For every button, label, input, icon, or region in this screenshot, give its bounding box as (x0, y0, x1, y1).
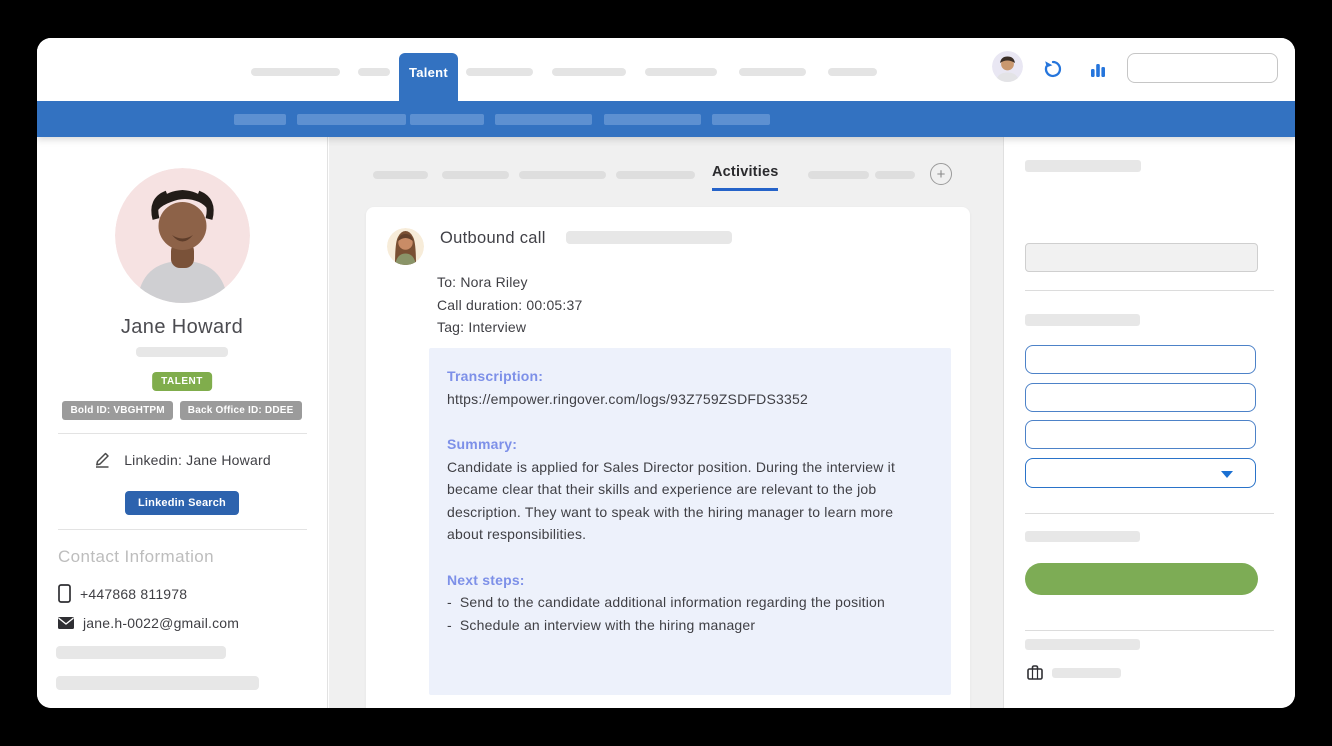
placeholder-bar (1025, 314, 1140, 326)
top-navbar: Talent (37, 38, 1295, 101)
next-step-item: -Schedule an interview with the hiring m… (447, 614, 933, 637)
tab-placeholder[interactable] (519, 171, 606, 179)
tab-placeholder[interactable] (442, 171, 509, 179)
next-step-text: Send to the candidate additional informa… (460, 594, 885, 610)
divider (58, 433, 307, 434)
call-duration: Call duration: 00:05:37 (437, 294, 582, 317)
tab-placeholder[interactable] (616, 171, 695, 179)
readonly-field[interactable] (1025, 243, 1258, 272)
nav-placeholder[interactable] (466, 68, 533, 76)
envelope-icon (58, 617, 74, 629)
candidate-name: Jane Howard (37, 316, 327, 339)
contact-avatar (387, 228, 424, 265)
bullet-dash: - (447, 617, 452, 633)
tab-activities[interactable]: Activities (712, 164, 778, 191)
nav-placeholder[interactable] (739, 68, 806, 76)
email-address: jane.h-0022@gmail.com (83, 615, 239, 631)
bar-chart-icon[interactable] (1088, 61, 1108, 81)
pencil-icon (93, 450, 112, 469)
subnav-placeholder[interactable] (234, 114, 286, 125)
subnav-placeholder[interactable] (604, 114, 701, 125)
user-avatar[interactable] (992, 51, 1023, 82)
bold-id-badge: Bold ID: VBGHTPM (62, 401, 172, 420)
call-tag: Tag: Interview (437, 316, 582, 339)
transcription-label: Transcription: (447, 365, 933, 388)
id-badges: Bold ID: VBGHTPM Back Office ID: DDEE (37, 401, 327, 420)
activity-title: Outbound call (440, 229, 546, 248)
form-field-1[interactable] (1025, 345, 1256, 374)
back-office-id-badge: Back Office ID: DDEE (180, 401, 302, 420)
call-to: To: Nora Riley (437, 271, 582, 294)
subnav-placeholder[interactable] (297, 114, 406, 125)
call-details: To: Nora Riley Call duration: 00:05:37 T… (437, 271, 582, 339)
dropdown-select[interactable] (1025, 458, 1256, 488)
next-step-text: Schedule an interview with the hiring ma… (460, 617, 755, 633)
placeholder-bar (1025, 160, 1141, 172)
caret-down-icon (1221, 471, 1233, 478)
summary-label: Summary: (447, 433, 933, 456)
main-content: Activities + Outbound call To: Nora Rile… (329, 137, 1004, 708)
placeholder-bar (1025, 639, 1140, 650)
talent-badge: TALENT (152, 372, 212, 391)
search-input[interactable] (1127, 53, 1278, 83)
tab-placeholder[interactable] (808, 171, 869, 179)
contact-avatar-image (387, 228, 424, 265)
divider (1025, 630, 1274, 631)
job-row (1027, 665, 1121, 680)
form-field-2[interactable] (1025, 383, 1256, 412)
activity-card: Outbound call To: Nora Riley Call durati… (366, 207, 970, 708)
placeholder-bar (56, 676, 259, 690)
phone-icon (58, 584, 71, 603)
bullet-dash: - (447, 594, 452, 610)
spacer (447, 410, 933, 433)
refresh-icon[interactable] (1043, 59, 1063, 79)
sub-navbar (37, 101, 1295, 137)
details-panel (1005, 137, 1295, 708)
spacer (447, 546, 933, 569)
subnav-placeholder[interactable] (712, 114, 770, 125)
form-field-3[interactable] (1025, 420, 1256, 449)
nav-placeholder[interactable] (358, 68, 390, 76)
tab-placeholder[interactable] (875, 171, 915, 179)
add-activity-button[interactable]: + (930, 163, 952, 185)
linkedin-row: Linkedin: Jane Howard (37, 450, 327, 469)
nav-placeholder[interactable] (828, 68, 877, 76)
nav-placeholder[interactable] (552, 68, 626, 76)
tab-placeholder[interactable] (373, 171, 428, 179)
subnav-placeholder[interactable] (495, 114, 592, 125)
linkedin-search-button[interactable]: Linkedin Search (125, 491, 239, 515)
tab-talent[interactable]: Talent (399, 53, 458, 101)
divider (1025, 290, 1274, 291)
summary-text: Candidate is applied for Sales Director … (447, 456, 933, 546)
placeholder-bar (566, 231, 732, 244)
primary-action-button[interactable] (1025, 563, 1258, 595)
placeholder-bar (1052, 668, 1121, 678)
briefcase-icon (1027, 665, 1043, 680)
contact-information-heading: Contact Information (58, 547, 214, 567)
email-row: jane.h-0022@gmail.com (58, 615, 239, 631)
call-transcript-panel: Transcription: https://empower.ringover.… (429, 348, 951, 695)
divider (58, 529, 307, 530)
divider (1025, 513, 1274, 514)
candidate-photo-image (115, 168, 250, 303)
next-steps-label: Next steps: (447, 569, 933, 592)
candidate-photo (115, 168, 250, 303)
phone-row: +447868 811978 (58, 584, 187, 603)
nav-placeholder[interactable] (251, 68, 340, 76)
nav-placeholder[interactable] (645, 68, 717, 76)
user-avatar-image (992, 51, 1023, 82)
placeholder-bar (1025, 531, 1140, 542)
placeholder-bar (56, 646, 226, 659)
candidate-profile-panel: Jane Howard TALENT Bold ID: VBGHTPM Back… (37, 137, 328, 708)
transcription-link[interactable]: https://empower.ringover.com/logs/93Z759… (447, 388, 933, 411)
next-step-item: -Send to the candidate additional inform… (447, 591, 933, 614)
placeholder-bar (136, 347, 228, 357)
subnav-placeholder[interactable] (410, 114, 484, 125)
app-window: Talent (37, 38, 1295, 708)
phone-number: +447868 811978 (80, 586, 187, 602)
linkedin-label: Linkedin: Jane Howard (124, 452, 271, 468)
